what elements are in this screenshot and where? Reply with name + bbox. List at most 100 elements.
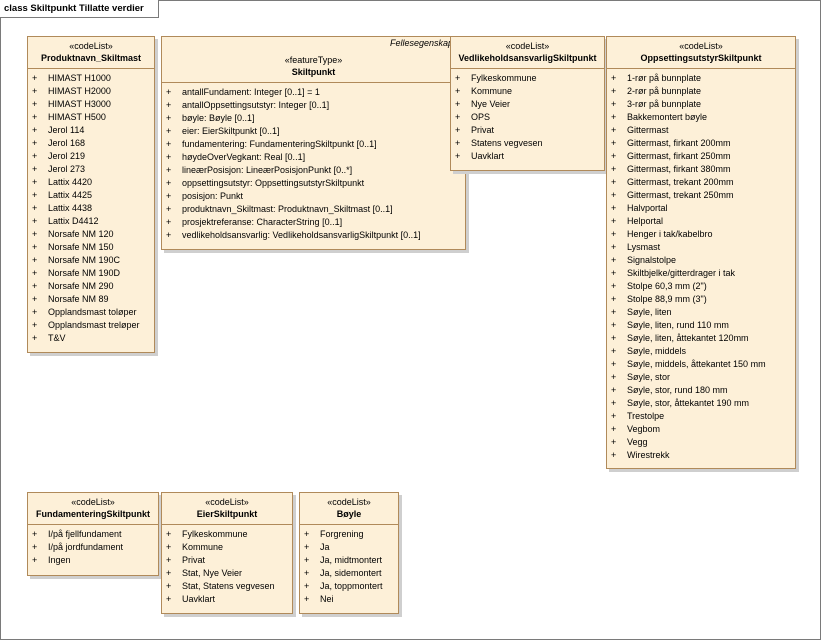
list-item: + antallFundament: Integer [0..1] = 1 xyxy=(162,86,465,99)
visibility-marker: + xyxy=(166,165,172,175)
class-skiltpunkt[interactable]: Fellesegenskaper «featureType» Skiltpunk… xyxy=(161,36,466,250)
list-item-label: Lattix D4412 xyxy=(48,216,99,226)
visibility-marker: + xyxy=(611,346,617,356)
list-item-label: 1-rør på bunnplate xyxy=(627,73,702,83)
class-vedlikeholdsansvarlig-skiltpunkt[interactable]: «codeList» VedlikeholdsansvarligSkiltpun… xyxy=(450,36,605,171)
list-item-label: Søyle, liten, åttekantet 120mm xyxy=(627,333,749,343)
visibility-marker: + xyxy=(611,398,617,408)
list-item-label: Norsafe NM 150 xyxy=(48,242,114,252)
visibility-marker: + xyxy=(166,113,172,123)
list-item-label: HIMAST H2000 xyxy=(48,86,111,96)
visibility-marker: + xyxy=(32,529,38,539)
list-item: + Gittermast, firkant 380mm xyxy=(607,163,795,176)
visibility-marker: + xyxy=(611,450,617,460)
list-item-label: 2-rør på bunnplate xyxy=(627,86,702,96)
list-item-label: HIMAST H1000 xyxy=(48,73,111,83)
literal-list: + Fylkeskommune + Kommune + Privat + Stat, Nye … xyxy=(162,525,292,606)
visibility-marker: + xyxy=(455,86,461,96)
package-note: Fellesegenskaper xyxy=(389,38,461,48)
class-oppsettingsutstyr-skiltpunkt[interactable]: «codeList» OppsettingsutstyrSkiltpunkt +… xyxy=(606,36,796,469)
list-item: + Gittermast, trekant 250mm xyxy=(607,189,795,202)
list-item: + Stat, Statens vegvesen xyxy=(162,580,292,593)
class-name: Bøyle xyxy=(336,509,362,519)
list-item: + Søyle, stor xyxy=(607,371,795,384)
list-item: + Gittermast, firkant 200mm xyxy=(607,137,795,150)
class-boyle[interactable]: «codeList» Bøyle + Forgrening + Ja + Ja, midt… xyxy=(299,492,399,614)
list-item: + Fylkeskommune xyxy=(451,72,604,85)
list-item: + bøyle: Bøyle [0..1] xyxy=(162,112,465,125)
list-item: + I/på fjellfundament xyxy=(28,528,158,541)
list-item: + Jerol 114 xyxy=(28,124,154,137)
list-item: + Lattix D4412 xyxy=(28,215,154,228)
visibility-marker: + xyxy=(166,217,172,227)
visibility-marker: + xyxy=(32,281,38,291)
list-item-label: T&V xyxy=(48,333,66,343)
list-item-label: fundamentering: FundamenteringSkiltpunkt… xyxy=(182,139,377,149)
list-item-label: Bakkemontert bøyle xyxy=(627,112,708,122)
class-name: Produktnavn_Skiltmast xyxy=(40,53,142,63)
list-item: + Jerol 219 xyxy=(28,150,154,163)
list-item: + Trestolpe xyxy=(607,410,795,423)
class-produktnavn-skiltmast[interactable]: «codeList» Produktnavn_Skiltmast + HIMAST… xyxy=(27,36,155,353)
visibility-marker: + xyxy=(455,151,461,161)
list-item-label: Gittermast, firkant 250mm xyxy=(627,151,731,161)
list-item: + Søyle, middels xyxy=(607,345,795,358)
list-item: + HIMAST H1000 xyxy=(28,72,154,85)
visibility-marker: + xyxy=(32,333,38,343)
visibility-marker: + xyxy=(32,307,38,317)
list-item-label: Gittermast xyxy=(627,125,669,135)
visibility-marker: + xyxy=(611,151,617,161)
visibility-marker: + xyxy=(455,112,461,122)
list-item-label: Gittermast, trekant 250mm xyxy=(627,190,734,200)
list-item: + antallOppsettingsutstyr: Integer [0..1] xyxy=(162,99,465,112)
list-item-label: Søyle, liten, rund 110 mm xyxy=(627,320,729,330)
list-item: + Nei xyxy=(300,593,398,606)
visibility-marker: + xyxy=(611,268,617,278)
list-item-label: Forgrening xyxy=(320,529,364,539)
list-item: + I/på jordfundament xyxy=(28,541,158,554)
visibility-marker: + xyxy=(611,164,617,174)
visibility-marker: + xyxy=(304,555,310,565)
list-item-label: Halvportal xyxy=(627,203,668,213)
class-fundamentering-skiltpunkt[interactable]: «codeList» FundamenteringSkiltpunkt + I/p… xyxy=(27,492,159,576)
visibility-marker: + xyxy=(32,138,38,148)
list-item: + OPS xyxy=(451,111,604,124)
literal-list: + HIMAST H1000 + HIMAST H2000 + HIMAST H3000 +… xyxy=(28,69,154,345)
visibility-marker: + xyxy=(611,372,617,382)
list-item: + Gittermast, trekant 200mm xyxy=(607,176,795,189)
visibility-marker: + xyxy=(455,125,461,135)
list-item-label: Lattix 4420 xyxy=(48,177,93,187)
list-item: + Stolpe 88,9 mm (3") xyxy=(607,293,795,306)
list-item-label: Søyle, stor, rund 180 mm xyxy=(627,385,728,395)
list-item: + Ja, toppmontert xyxy=(300,580,398,593)
class-eier-skiltpunkt[interactable]: «codeList» EierSkiltpunkt + Fylkeskommune… xyxy=(161,492,293,614)
list-item-label: Ja, midtmontert xyxy=(320,555,383,565)
visibility-marker: + xyxy=(166,204,172,214)
list-item: + posisjon: Punkt xyxy=(162,190,465,203)
visibility-marker: + xyxy=(166,100,172,110)
list-item: + Lattix 4438 xyxy=(28,202,154,215)
list-item-label: Gittermast, firkant 380mm xyxy=(627,164,731,174)
list-item: + Søyle, liten, rund 110 mm xyxy=(607,319,795,332)
visibility-marker: + xyxy=(32,320,38,330)
stereotype-label: «codeList» xyxy=(327,497,371,507)
list-item: + Halvportal xyxy=(607,202,795,215)
list-item: + høydeOverVegkant: Real [0..1] xyxy=(162,151,465,164)
list-item-label: Søyle, stor xyxy=(627,372,671,382)
visibility-marker: + xyxy=(32,86,38,96)
list-item-label: Ja, toppmontert xyxy=(320,581,383,591)
list-item-label: posisjon: Punkt xyxy=(182,191,244,201)
list-item: + Fylkeskommune xyxy=(162,528,292,541)
list-item: + Nye Veier xyxy=(451,98,604,111)
list-item: +2-rør på bunnplate xyxy=(607,85,795,98)
list-item-label: Stat, Nye Veier xyxy=(182,568,243,578)
list-item: + Kommune xyxy=(451,85,604,98)
list-item: + Privat xyxy=(162,554,292,567)
list-item-label: Ingen xyxy=(48,555,71,565)
class-name: FundamenteringSkiltpunkt xyxy=(35,509,150,519)
list-item-label: Vegbom xyxy=(627,424,661,434)
list-item-label: Privat xyxy=(471,125,495,135)
visibility-marker: + xyxy=(32,242,38,252)
list-item: + Helportal xyxy=(607,215,795,228)
list-item: + Opplandsmast toløper xyxy=(28,306,154,319)
